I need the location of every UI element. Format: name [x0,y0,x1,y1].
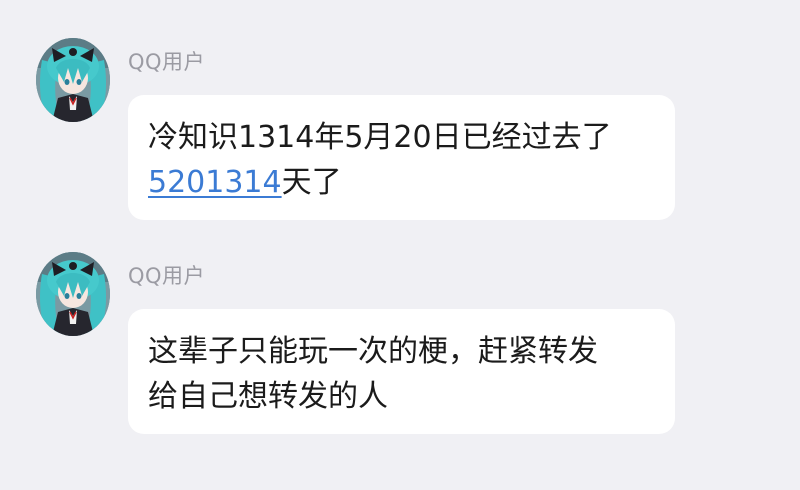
sender-name: QQ用户 [128,50,206,74]
message-bubble[interactable]: 这辈子只能玩一次的梗，赶紧转发 给自己想转发的人 [128,309,675,434]
number-link[interactable]: 5201314 [148,165,282,200]
message-text-suffix: 天了 [281,165,342,200]
sender-name: QQ用户 [128,264,206,288]
message-text-line: 给自己想转发的人 [148,379,388,414]
message-text-line: 冷知识1314年5月20日已经过去了 [148,120,612,155]
avatar-icon[interactable] [36,252,110,336]
avatar-icon[interactable] [36,38,110,122]
message-bubble[interactable]: 冷知识1314年5月20日已经过去了 5201314天了 [128,95,675,220]
message-text-line: 5201314天了 [148,160,661,205]
message-text-line: 这辈子只能玩一次的梗，赶紧转发 [148,334,598,369]
